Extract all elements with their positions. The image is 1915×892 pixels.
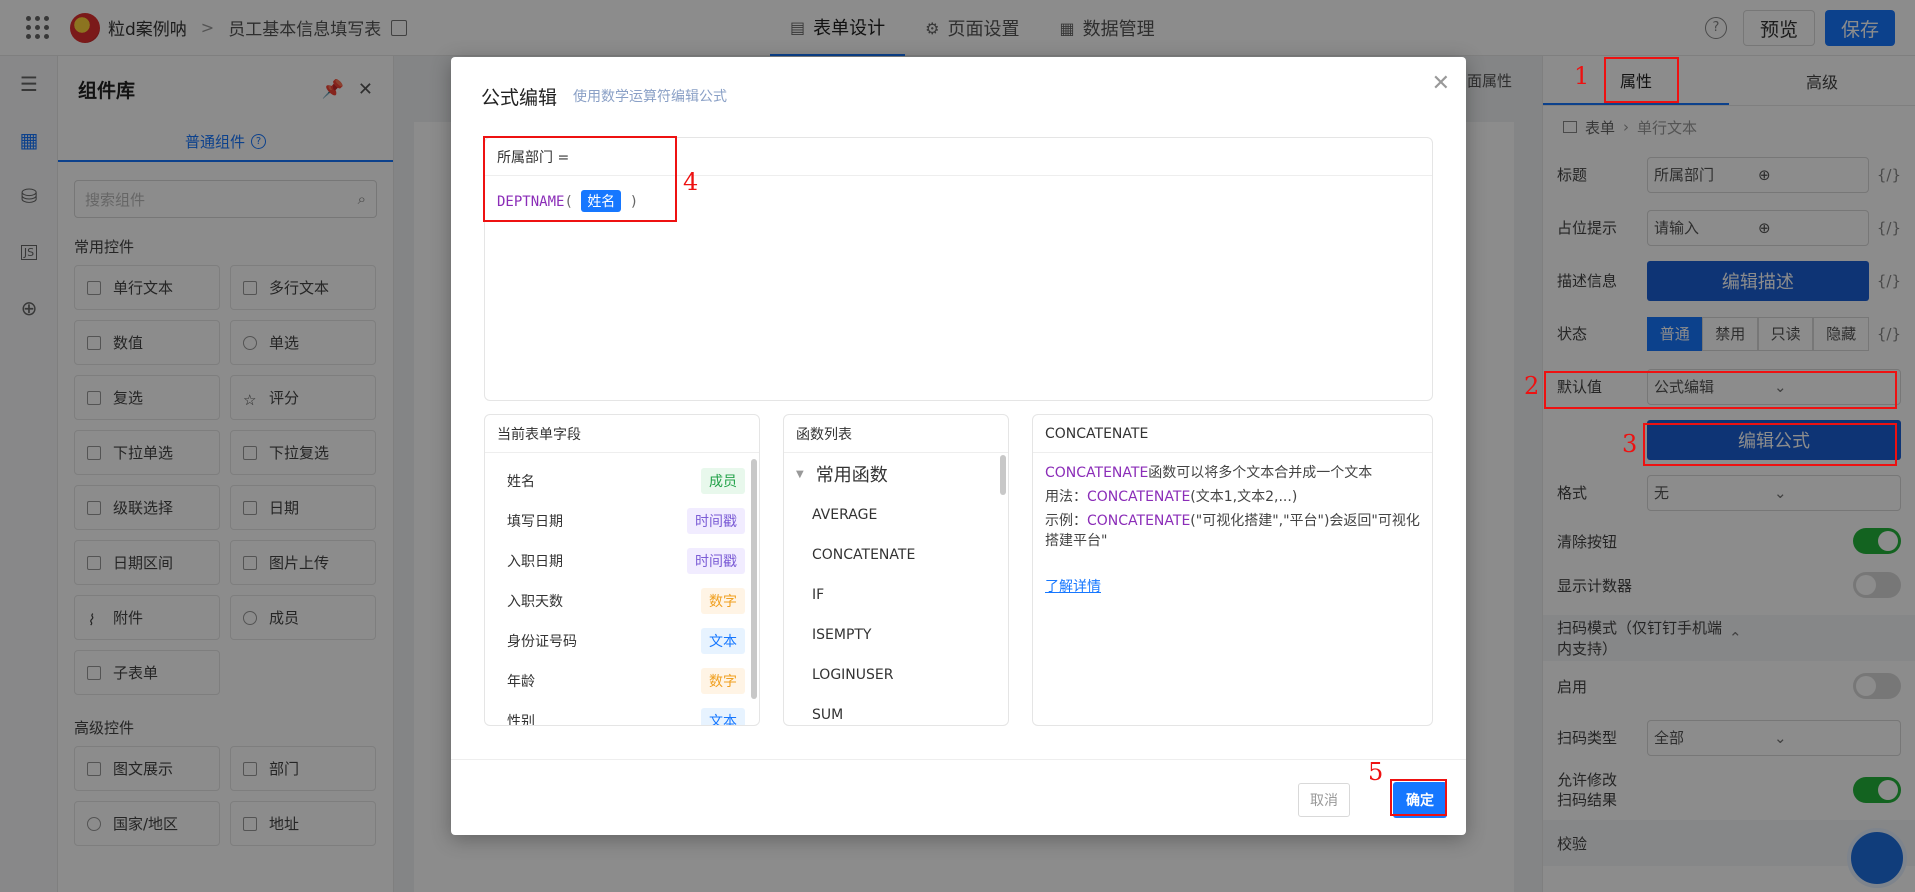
- field-item[interactable]: 姓名 成员: [485, 461, 759, 501]
- dialog-header: 公式编辑 使用数学运算符编辑公式: [451, 57, 1466, 135]
- formula-dialog: 公式编辑 使用数学运算符编辑公式 ✕ 所属部门 = DEPTNAME( 姓名 )…: [451, 57, 1466, 835]
- field-item[interactable]: 入职日期 时间戳: [485, 541, 759, 581]
- annotation-number: 5: [1368, 758, 1384, 786]
- cancel-button[interactable]: 取消: [1298, 783, 1350, 817]
- function-item[interactable]: AVERAGE: [784, 495, 1008, 535]
- field-type-badge: 成员: [701, 468, 745, 494]
- close-icon[interactable]: ✕: [1432, 71, 1450, 96]
- pane-title: 函数列表: [784, 415, 1008, 453]
- form-fields-pane: 当前表单字段 姓名 成员 填写日期 时间戳 入职日期 时间戳 入职天数 数字 身份证号码…: [484, 414, 760, 726]
- scrollbar[interactable]: [751, 459, 757, 699]
- field-type-badge: 数字: [701, 588, 745, 614]
- field-type-badge: 文本: [701, 628, 745, 654]
- function-name: CONCATENATE: [1045, 465, 1149, 481]
- field-name: 性别: [507, 714, 535, 726]
- field-type-badge: 时间戳: [687, 508, 745, 534]
- function-item[interactable]: ISEMPTY: [784, 615, 1008, 655]
- annotation-number: 4: [683, 168, 699, 196]
- field-list: 姓名 成员 填写日期 时间戳 入职日期 时间戳 入职天数 数字 身份证号码 文本 年龄 数字…: [485, 453, 759, 726]
- example-line: 示例：CONCATENATE("可视化搭建","平台")会返回"可视化搭建平台": [1045, 511, 1420, 551]
- annotation-number: 3: [1622, 430, 1638, 458]
- description-line: CONCATENATE函数可以将多个文本合并成一个文本: [1045, 461, 1420, 485]
- field-name: 年龄: [507, 674, 535, 690]
- learn-more-link[interactable]: 了解详情: [1045, 575, 1420, 599]
- function-name: CONCATENATE: [1087, 489, 1191, 505]
- editor-header: 所属部门 =: [485, 138, 1432, 176]
- field-item[interactable]: 入职天数 数字: [485, 581, 759, 621]
- function-item[interactable]: CONCATENATE: [784, 535, 1008, 575]
- formula-paren-close: ): [629, 194, 639, 210]
- field-type-badge: 时间戳: [687, 548, 745, 574]
- pane-title: CONCATENATE: [1033, 415, 1432, 453]
- function-list-pane: 函数列表 ▼ 常用函数 AVERAGE CONCATENATE IF ISEMPT…: [783, 414, 1009, 726]
- dialog-title: 公式编辑: [481, 86, 558, 109]
- field-item[interactable]: 年龄 数字: [485, 661, 759, 701]
- formula-function: DEPTNAME: [497, 194, 565, 210]
- formula-paren-open: (: [564, 194, 573, 210]
- description-body: CONCATENATE函数可以将多个文本合并成一个文本 用法：CONCATENA…: [1033, 453, 1432, 607]
- group-label: 常用函数: [815, 465, 888, 486]
- usage-prefix: 用法：: [1045, 489, 1087, 505]
- formula-field-tag[interactable]: 姓名: [581, 190, 622, 212]
- function-name: CONCATENATE: [1087, 513, 1191, 529]
- field-type-badge: 文本: [701, 708, 745, 725]
- field-name: 姓名: [507, 474, 535, 490]
- annotation-number: 2: [1524, 372, 1540, 400]
- dialog-subtitle: 使用数学运算符编辑公式: [573, 89, 728, 105]
- annotation-number: 1: [1574, 62, 1590, 90]
- usage-line: 用法：CONCATENATE(文本1,文本2,...): [1045, 485, 1420, 509]
- field-type-badge: 数字: [701, 668, 745, 694]
- scrollbar[interactable]: [1000, 455, 1006, 495]
- function-description-pane: CONCATENATE CONCATENATE函数可以将多个文本合并成一个文本 …: [1032, 414, 1433, 726]
- formula-text[interactable]: DEPTNAME( 姓名 ): [485, 176, 1432, 226]
- example-prefix: 示例：: [1045, 513, 1087, 529]
- dialog-footer: 取消 确定: [451, 759, 1466, 835]
- field-name: 填写日期: [507, 514, 563, 530]
- confirm-button[interactable]: 确定: [1393, 782, 1447, 818]
- function-item[interactable]: SUM: [784, 695, 1008, 725]
- field-name: 身份证号码: [507, 634, 577, 650]
- field-item[interactable]: 填写日期 时间戳: [485, 501, 759, 541]
- function-item[interactable]: IF: [784, 575, 1008, 615]
- function-group[interactable]: ▼ 常用函数: [784, 453, 1008, 495]
- description-text: 函数可以将多个文本合并成一个文本: [1148, 465, 1373, 481]
- field-name: 入职天数: [507, 594, 563, 610]
- caret-down-icon: ▼: [796, 468, 804, 480]
- field-item[interactable]: 性别 文本: [485, 701, 759, 726]
- usage-args: (文本1,文本2,...): [1190, 489, 1298, 505]
- field-item[interactable]: 身份证号码 文本: [485, 621, 759, 661]
- formula-editor[interactable]: 所属部门 = DEPTNAME( 姓名 ): [484, 137, 1433, 401]
- field-name: 入职日期: [507, 554, 563, 570]
- pane-title: 当前表单字段: [485, 415, 759, 453]
- function-item[interactable]: LOGINUSER: [784, 655, 1008, 695]
